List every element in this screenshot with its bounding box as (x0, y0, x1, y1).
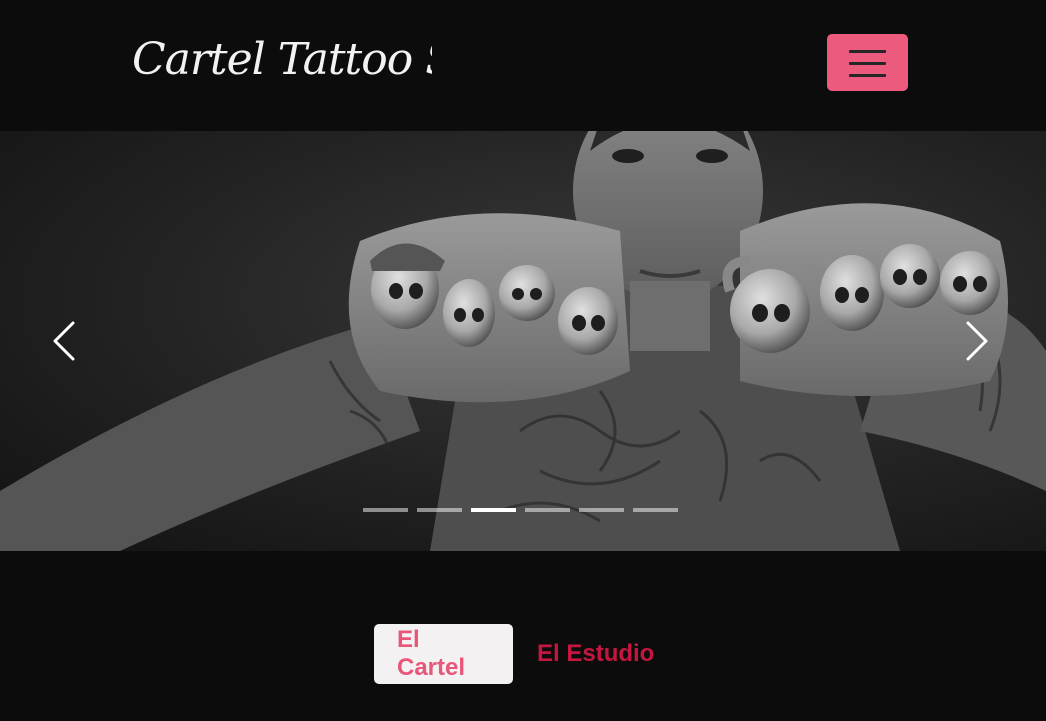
logo-wordmark: Cartel Tattoo Studio (132, 34, 432, 85)
section-tabs: El Cartel El Estudio (374, 623, 677, 684)
carousel-prev-button[interactable] (45, 311, 85, 371)
site-logo[interactable]: Cartel Tattoo Studio (132, 22, 432, 92)
hamburger-icon-bar (849, 74, 886, 77)
carousel-indicator[interactable] (525, 508, 570, 512)
site-header: Cartel Tattoo Studio (0, 0, 1046, 131)
chevron-left-icon (53, 321, 75, 361)
carousel-indicator[interactable] (633, 508, 678, 512)
carousel-indicators (363, 508, 678, 514)
carousel-next-button[interactable] (956, 311, 996, 371)
tab-el-estudio[interactable]: El Estudio (513, 624, 677, 684)
carousel-slide-image (0, 131, 1046, 551)
hero-carousel (0, 131, 1046, 551)
chevron-right-icon (966, 321, 988, 361)
hamburger-icon (849, 50, 886, 53)
page: Cartel Tattoo Studio (0, 0, 1046, 721)
hamburger-icon-bar (849, 62, 886, 65)
carousel-indicator[interactable] (579, 508, 624, 512)
carousel-indicator[interactable] (417, 508, 462, 512)
tab-el-cartel[interactable]: El Cartel (374, 623, 513, 684)
carousel-indicator[interactable] (363, 508, 408, 512)
menu-toggle-button[interactable] (827, 34, 908, 91)
carousel-indicator-active[interactable] (471, 508, 516, 512)
